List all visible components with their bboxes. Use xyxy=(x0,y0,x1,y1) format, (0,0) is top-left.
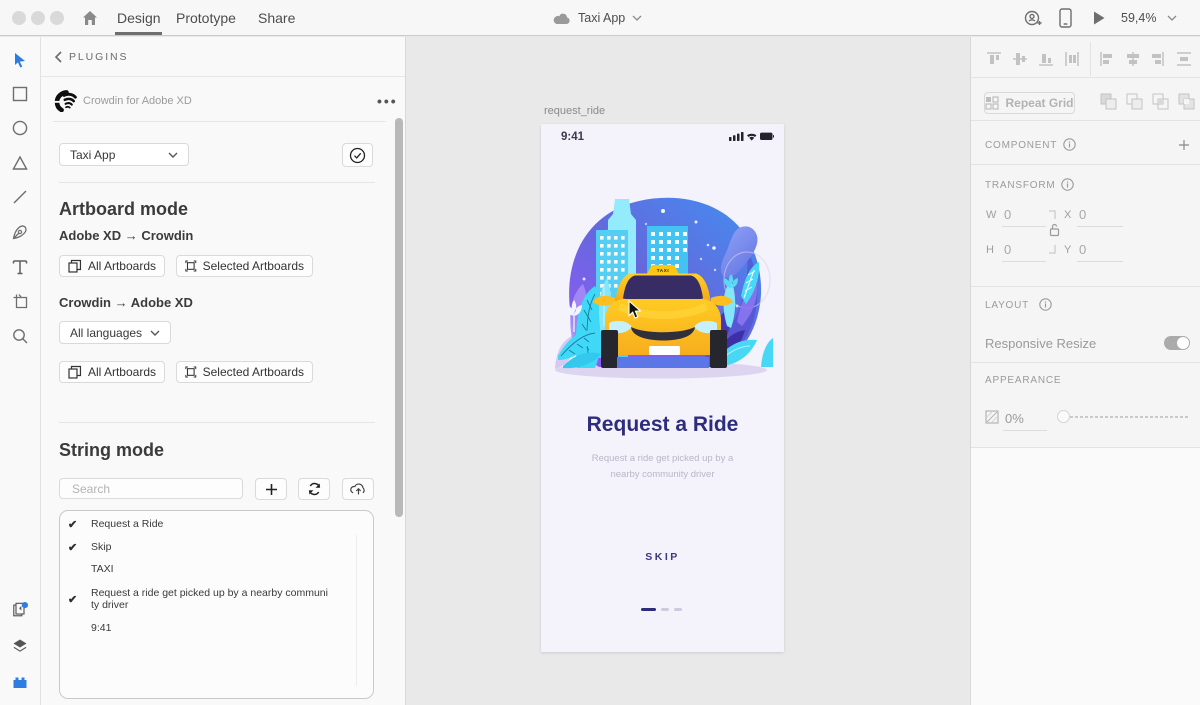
svg-text:TAXI: TAXI xyxy=(657,268,670,273)
